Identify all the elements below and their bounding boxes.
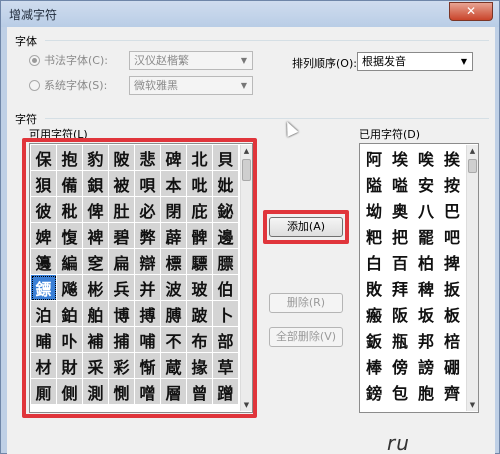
used-char-cell[interactable]: 拜 xyxy=(387,275,413,301)
used-char-cell[interactable]: 瓶 xyxy=(387,327,413,353)
used-char-cell[interactable]: 挨 xyxy=(439,145,465,171)
chevron-down-icon: ▼ xyxy=(460,57,468,66)
used-char-cell[interactable]: 罷 xyxy=(413,223,439,249)
font-group-label: 字体 xyxy=(15,35,37,48)
used-char-cell[interactable]: 埃 xyxy=(387,145,413,171)
used-char-cell[interactable]: 胞 xyxy=(413,379,439,405)
used-char-cell[interactable]: 八 xyxy=(413,197,439,223)
used-char-cell[interactable]: 硼 xyxy=(439,353,465,379)
window-title: 增减字符 xyxy=(9,8,58,22)
used-char-cell[interactable]: 鎊 xyxy=(361,379,387,405)
used-char-cell[interactable]: 坂 xyxy=(413,301,439,327)
dialog-window: 增减字符 ✕ 字体 书法字体(C): 汉仪赵楷繁 ▼ 系统字体(S): 微软雅黑… xyxy=(0,0,500,454)
calligraphy-font-radio[interactable]: 书法字体(C): xyxy=(29,52,108,68)
chevron-down-icon: ▼ xyxy=(240,81,248,90)
used-char-cell[interactable]: 捭 xyxy=(439,249,465,275)
system-font-radio[interactable]: 系统字体(S): xyxy=(29,77,107,93)
used-chars-cells: 阿埃唉挨隘嗌安按坳奥八巴粑把罷吧白百柏捭敗拜稗扳瘢阪坂板鈑瓶邦棓棒傍謗硼鎊包胞齊 xyxy=(361,145,465,405)
chars-group-label: 字符 xyxy=(15,113,37,126)
used-char-cell[interactable]: 巴 xyxy=(439,197,465,223)
used-char-cell[interactable]: 稗 xyxy=(413,275,439,301)
used-char-cell[interactable]: 包 xyxy=(387,379,413,405)
used-char-cell[interactable]: 齊 xyxy=(439,379,465,405)
used-char-cell[interactable]: 嗌 xyxy=(387,171,413,197)
watermark-text: ru xyxy=(387,431,410,454)
sort-order-label: 排列顺序(O): xyxy=(292,57,357,70)
available-chars-highlight xyxy=(22,138,257,418)
used-char-cell[interactable]: 柏 xyxy=(413,249,439,275)
calligraphy-font-select[interactable]: 汉仪赵楷繁 ▼ xyxy=(129,51,253,70)
used-char-cell[interactable]: 奥 xyxy=(387,197,413,223)
radio-dot xyxy=(29,79,40,91)
radio-dot xyxy=(29,54,40,66)
used-char-cell[interactable]: 扳 xyxy=(439,275,465,301)
close-button[interactable]: ✕ xyxy=(449,2,493,21)
used-chars-scrollbar[interactable]: ▲ ▼ xyxy=(466,145,478,411)
used-char-cell[interactable]: 邦 xyxy=(413,327,439,353)
used-char-cell[interactable]: 鈑 xyxy=(361,327,387,353)
used-char-cell[interactable]: 阪 xyxy=(387,301,413,327)
delete-button[interactable]: 删除(R) xyxy=(269,293,343,313)
used-char-cell[interactable]: 粑 xyxy=(361,223,387,249)
system-font-label: 系统字体(S): xyxy=(44,79,108,92)
used-char-cell[interactable]: 棓 xyxy=(439,327,465,353)
scrollbar-thumb[interactable] xyxy=(468,159,477,173)
used-chars-list[interactable]: 阿埃唉挨隘嗌安按坳奥八巴粑把罷吧白百柏捭敗拜稗扳瘢阪坂板鈑瓶邦棓棒傍謗硼鎊包胞齊… xyxy=(359,143,479,413)
used-char-cell[interactable]: 白 xyxy=(361,249,387,275)
used-char-cell[interactable]: 百 xyxy=(387,249,413,275)
used-char-cell[interactable]: 按 xyxy=(439,171,465,197)
title-bar[interactable]: 增减字符 ✕ xyxy=(1,1,499,27)
used-char-cell[interactable]: 板 xyxy=(439,301,465,327)
chevron-down-icon: ▼ xyxy=(240,56,248,65)
used-char-cell[interactable]: 安 xyxy=(413,171,439,197)
font-group-divider xyxy=(45,40,489,41)
used-char-cell[interactable]: 謗 xyxy=(413,353,439,379)
scroll-down-icon[interactable]: ▼ xyxy=(467,399,478,411)
used-char-cell[interactable]: 傍 xyxy=(387,353,413,379)
used-char-cell[interactable]: 吧 xyxy=(439,223,465,249)
used-char-cell[interactable]: 隘 xyxy=(361,171,387,197)
used-char-cell[interactable]: 敗 xyxy=(361,275,387,301)
used-char-cell[interactable]: 唉 xyxy=(413,145,439,171)
calligraphy-font-label: 书法字体(C): xyxy=(44,54,108,67)
scroll-up-icon[interactable]: ▲ xyxy=(467,145,478,157)
system-font-select[interactable]: 微软雅黑 ▼ xyxy=(129,76,253,95)
sort-order-select[interactable]: 根据发音 ▼ xyxy=(357,52,473,71)
calligraphy-font-value: 汉仪赵楷繁 xyxy=(134,54,189,67)
chars-group-divider xyxy=(45,118,489,119)
used-char-cell[interactable]: 阿 xyxy=(361,145,387,171)
used-char-cell[interactable]: 坳 xyxy=(361,197,387,223)
dialog-client: 字体 书法字体(C): 汉仪赵楷繁 ▼ 系统字体(S): 微软雅黑 ▼ 排列顺序… xyxy=(7,27,495,454)
add-button-highlight xyxy=(263,210,349,244)
sort-order-value: 根据发音 xyxy=(362,55,406,68)
used-chars-label: 已用字符(D) xyxy=(359,128,421,141)
system-font-value: 微软雅黑 xyxy=(134,79,178,92)
used-char-cell[interactable]: 瘢 xyxy=(361,301,387,327)
used-char-cell[interactable]: 把 xyxy=(387,223,413,249)
delete-all-button[interactable]: 全部删除(V) xyxy=(269,327,343,347)
used-char-cell[interactable]: 棒 xyxy=(361,353,387,379)
